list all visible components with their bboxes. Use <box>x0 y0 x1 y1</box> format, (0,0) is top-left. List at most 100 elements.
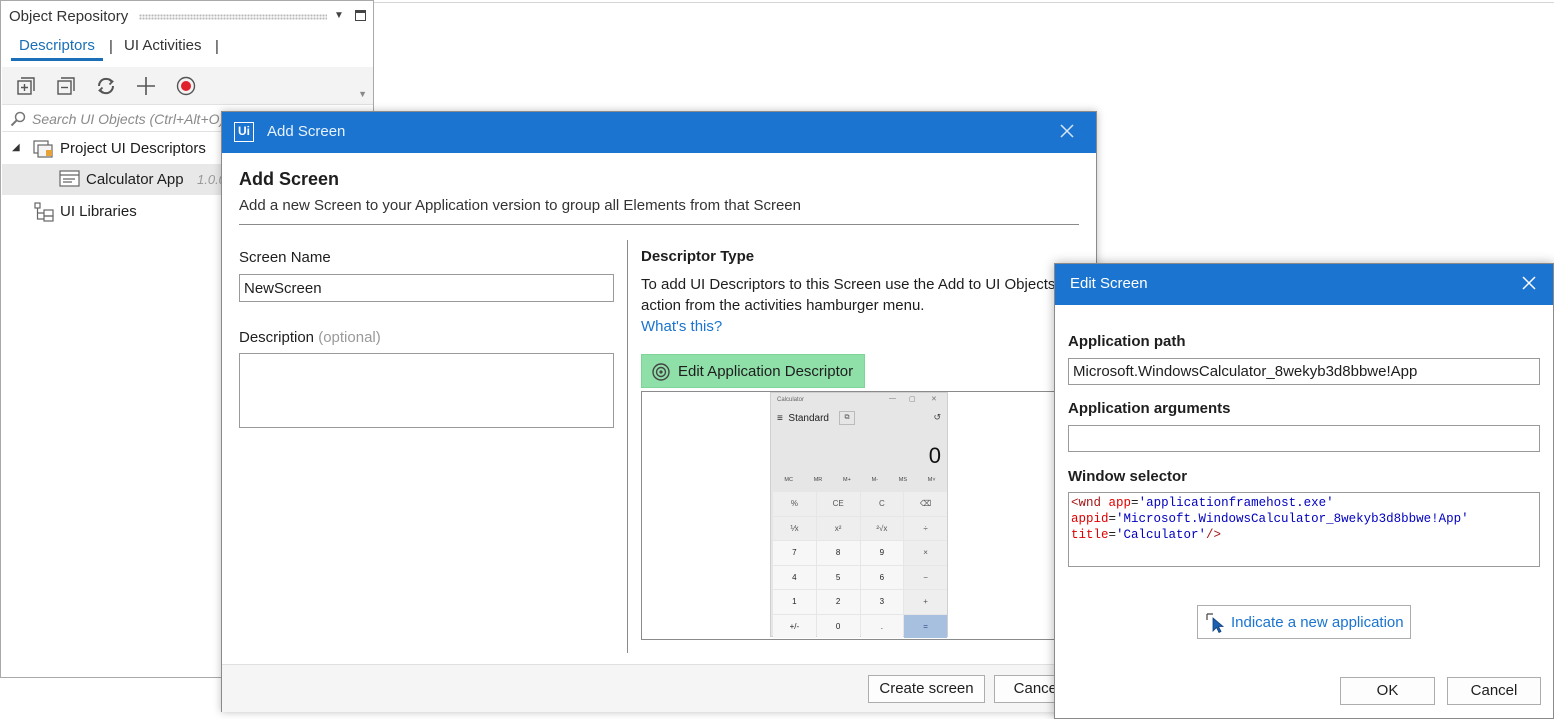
expand-all-icon[interactable] <box>15 75 37 97</box>
application-arguments-input[interactable] <box>1068 425 1540 452</box>
description-label: Description (optional) <box>239 329 381 346</box>
calc-mem-key: M˅ <box>927 477 936 483</box>
calc-key: ²√x <box>860 516 904 540</box>
selector-attribute: app <box>1108 496 1132 510</box>
close-icon[interactable] <box>1521 275 1537 291</box>
whats-this-link[interactable]: What's this? <box>641 318 722 335</box>
calc-key: 3 <box>860 590 904 614</box>
calc-key: CE <box>816 492 860 516</box>
calc-key: 8 <box>816 541 860 565</box>
search-icon <box>10 111 26 127</box>
collapse-all-icon[interactable] <box>55 75 77 97</box>
application-arguments-label: Application arguments <box>1068 400 1231 417</box>
refresh-icon[interactable] <box>95 75 117 97</box>
toolbar-overflow-icon[interactable]: ▼ <box>358 89 367 99</box>
selector-value: 'Microsoft.WindowsCalculator_8wekyb3d8bb… <box>1116 512 1469 526</box>
panel-maximize-icon[interactable] <box>355 10 366 21</box>
selector-attribute: title <box>1071 528 1109 542</box>
close-icon[interactable] <box>1058 122 1076 140</box>
calc-mem-key: MS <box>898 477 908 483</box>
tree-label-calculator-app: Calculator App <box>86 171 184 188</box>
selector-attribute: appid <box>1071 512 1109 526</box>
descriptor-type-text: To add UI Descriptors to this Screen use… <box>641 276 1056 314</box>
calc-key: +/- <box>773 614 816 638</box>
calc-key: − <box>904 565 947 589</box>
calc-key: ⌫ <box>904 492 947 516</box>
record-icon[interactable] <box>175 75 197 97</box>
calc-mem-key: M- <box>871 477 879 483</box>
calc-mem-key: MR <box>813 477 823 483</box>
tab-separator: | <box>109 38 113 55</box>
page-title: Add Screen <box>239 169 340 189</box>
project-descriptors-icon <box>33 140 53 158</box>
calc-key: ⅟x <box>773 516 816 540</box>
edit-screen-title: Edit Screen <box>1070 275 1148 292</box>
calculator-screenshot: Calculator — ▢ ✕ ≡ Standard ⧉ ↺ 0 MC MR … <box>770 392 948 638</box>
page-subtitle: Add a new Screen to your Application ver… <box>239 197 801 214</box>
selector-value: 'applicationframehost.exe' <box>1138 496 1334 510</box>
calc-key: . <box>860 614 904 638</box>
edit-screen-dialog: Edit Screen Application path Application… <box>1054 263 1554 719</box>
column-divider <box>627 240 628 653</box>
selector-value: 'Calculator' <box>1116 528 1207 542</box>
calc-key: 4 <box>773 565 816 589</box>
edit-screen-titlebar: Edit Screen <box>1055 264 1553 305</box>
calc-key: = <box>904 614 947 638</box>
description-label-text: Description <box>239 329 315 346</box>
panel-drag-grip[interactable] <box>139 14 327 20</box>
indicate-new-application-button[interactable]: Indicate a new application <box>1197 605 1411 639</box>
calc-mode-label: Standard <box>788 413 829 424</box>
application-icon <box>59 170 80 187</box>
descriptor-type-title: Descriptor Type <box>641 248 755 265</box>
calc-keypad: % CE C ⌫ ⅟x x² ²√x ÷ 7 8 9 × 4 5 6 − 1 2… <box>773 492 947 638</box>
tree-expanded-arrow-icon[interactable]: ◢ <box>12 142 20 153</box>
screen-name-label: Screen Name <box>239 249 331 266</box>
library-tree-icon <box>34 202 54 222</box>
calc-key: 1 <box>773 590 816 614</box>
panel-dropdown-icon[interactable]: ▼ <box>334 10 344 21</box>
calc-key: 9 <box>860 541 904 565</box>
calc-keep-on-top-icon: ⧉ <box>839 411 855 425</box>
calc-key: 0 <box>816 614 860 638</box>
calc-key: + <box>904 590 947 614</box>
calc-display: 0 <box>928 443 941 468</box>
header-divider <box>239 224 1079 225</box>
screen-name-input[interactable] <box>239 274 614 302</box>
edit-application-descriptor-label: Edit Application Descriptor <box>678 363 854 380</box>
selector-tag: <wnd <box>1071 496 1102 510</box>
calc-key: 2 <box>816 590 860 614</box>
calc-mem-key: MC <box>784 477 793 483</box>
create-screen-button[interactable]: Create screen <box>868 675 985 703</box>
calc-history-icon: ↺ <box>933 412 941 422</box>
add-screen-dialog: Ui Add Screen Add Screen Add a new Scree… <box>221 111 1097 712</box>
edit-application-descriptor-button[interactable]: Edit Application Descriptor <box>641 354 865 388</box>
calc-close-icon: ✕ <box>931 396 937 403</box>
optional-hint: (optional) <box>318 329 381 346</box>
description-input[interactable] <box>239 353 614 428</box>
dialog-title: Add Screen <box>267 123 346 140</box>
indicate-new-application-label: Indicate a new application <box>1231 614 1404 631</box>
ok-button[interactable]: OK <box>1340 677 1435 705</box>
top-border-line <box>374 2 1554 3</box>
pointer-icon <box>1206 613 1225 633</box>
calc-memory-row: MC MR M+ M- MS M˅ <box>774 477 946 489</box>
tree-label-ui-libraries: UI Libraries <box>60 203 137 220</box>
application-path-label: Application path <box>1068 333 1186 350</box>
calc-maximize-icon: ▢ <box>909 396 916 403</box>
calc-minimize-icon: — <box>889 395 896 402</box>
add-icon[interactable] <box>135 75 157 97</box>
calc-key: x² <box>816 516 860 540</box>
calc-title: Calculator <box>777 397 805 403</box>
cancel-button[interactable]: Cancel <box>1447 677 1541 705</box>
repository-toolbar: ▼ <box>2 67 373 105</box>
calc-menu-icon: ≡ <box>777 413 783 424</box>
window-selector-input[interactable]: <wnd app='applicationframehost.exe' appi… <box>1068 492 1540 567</box>
calc-key: 5 <box>816 565 860 589</box>
calc-key: × <box>904 541 947 565</box>
application-path-input[interactable] <box>1068 358 1540 385</box>
dialog-titlebar: Ui Add Screen <box>222 112 1096 153</box>
tab-ui-activities[interactable]: UI Activities <box>124 37 202 54</box>
selector-tag-close: /> <box>1206 528 1222 542</box>
tab-descriptors[interactable]: Descriptors <box>11 35 103 61</box>
calc-key: % <box>773 492 816 516</box>
